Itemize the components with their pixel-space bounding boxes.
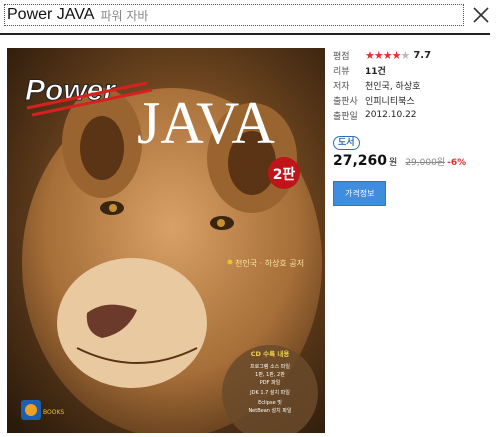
price-unit: 원	[389, 158, 398, 168]
rating-label: 평점	[333, 51, 350, 62]
date-label: 출판일	[333, 111, 358, 122]
price-row: 27,260 원 29,000원 -6%	[333, 153, 493, 169]
close-icon[interactable]	[470, 4, 492, 26]
author-value: 천인국, 하상호	[365, 81, 421, 92]
author-label: 저자	[333, 81, 350, 92]
book-cover: Power JAVA 2판 천인국 · 하상호 공저 CD 수록 내용 프로그램…	[7, 48, 325, 433]
cd-line-0: 프로그램 소스 파일	[250, 363, 290, 370]
cd-title: CD 수록 내용	[251, 349, 290, 358]
cover-title: JAVA	[137, 90, 275, 156]
publisher-label: 출판사	[333, 96, 358, 107]
date-row: 출판일 2012.10.22	[333, 108, 493, 122]
book-info: 평점 ★★★★★ 7.7 리뷰 11건 저자 천인국, 하상호 출판사 인피니티…	[333, 48, 493, 206]
rating-row: 평점 ★★★★★ 7.7	[333, 48, 493, 62]
cover-authors: 천인국 · 하상호 공저	[235, 258, 304, 268]
book-type-badge: 도서	[333, 136, 360, 150]
cd-line-2: PDF 파일	[260, 379, 281, 386]
header: Power JAVA 파워 자바	[0, 0, 500, 34]
price-info-button[interactable]: 가격정보	[333, 181, 387, 206]
review-count-link[interactable]: 11건	[365, 64, 386, 77]
cover-image: Power JAVA 2판 천인국 · 하상호 공저 CD 수록 내용 프로그램…	[7, 48, 325, 433]
publisher-value: 인피니티북스	[365, 96, 415, 107]
review-label: 리뷰	[333, 66, 350, 77]
cd-line-3: JDK 1.7 설치 파일	[249, 389, 290, 396]
review-row: 리뷰 11건	[333, 63, 493, 77]
original-price: 29,000원	[405, 158, 446, 168]
cd-line-4: Eclipse 및	[258, 399, 282, 406]
cd-line-5: NetBean 설치 파일	[248, 407, 291, 414]
book-subtitle: 파워 자바	[100, 8, 149, 23]
rating-stars: ★★★★★	[365, 48, 410, 62]
cover-brand: Power	[25, 74, 117, 107]
title-bar: Power JAVA 파워 자바	[4, 4, 464, 26]
sale-price: 27,260	[333, 153, 388, 169]
svg-text:BOOKS: BOOKS	[43, 409, 64, 416]
rating-value: 7.7	[413, 49, 432, 61]
publisher-row: 출판사 인피니티북스	[333, 93, 493, 107]
cover-edition: 2판	[273, 167, 296, 183]
book-title: Power JAVA	[7, 6, 95, 23]
date-value: 2012.10.22	[365, 110, 417, 120]
discount-rate: -6%	[447, 158, 467, 168]
header-divider	[0, 33, 490, 35]
author-row: 저자 천인국, 하상호	[333, 78, 493, 92]
cd-line-1: 1판, 1판, 2판	[255, 371, 285, 378]
